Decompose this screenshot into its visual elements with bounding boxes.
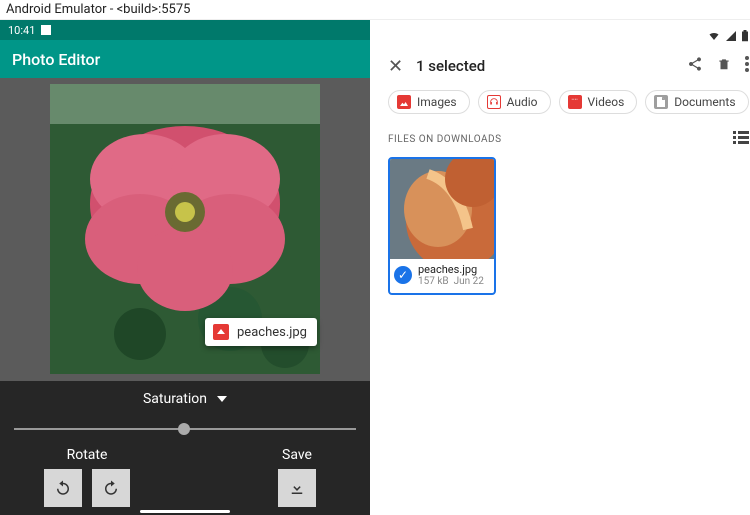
action-row: Rotate Save [14, 447, 356, 507]
share-button[interactable] [687, 56, 703, 76]
rotate-group: Rotate [44, 447, 130, 507]
drag-drop-chip[interactable]: peaches.jpg [205, 318, 317, 346]
share-icon [687, 56, 703, 72]
chip-label: Audio [507, 95, 538, 109]
chip-label: Documents [674, 95, 735, 109]
chip-audio[interactable]: Audio [478, 90, 551, 114]
chip-label: Images [417, 95, 457, 109]
filter-chips: Images Audio Videos Documents [388, 90, 749, 114]
split-container: 10:41 Photo Editor [0, 20, 750, 515]
image-icon [397, 95, 411, 109]
save-buttons [278, 469, 316, 507]
phone-frame: 10:41 Photo Editor [0, 20, 370, 515]
slider-thumb[interactable] [178, 423, 190, 435]
home-indicator[interactable] [140, 510, 230, 513]
close-button[interactable]: ✕ [388, 56, 416, 77]
thumbnail-meta: ✓ peaches.jpg 157 kB Jun 22 [390, 259, 494, 293]
file-picker: ✕ 1 selected Images [370, 20, 750, 515]
signal-icon [725, 30, 737, 46]
video-icon [568, 95, 582, 109]
rotate-cw-button[interactable] [92, 469, 130, 507]
rotate-ccw-button[interactable] [44, 469, 82, 507]
rotate-label: Rotate [67, 447, 108, 463]
list-view-icon [733, 131, 749, 145]
saturation-slider[interactable] [14, 421, 356, 437]
app-bar: Photo Editor [0, 40, 370, 78]
drag-chip-label: peaches.jpg [237, 325, 307, 340]
saturation-label: Saturation [143, 391, 207, 407]
photo-canvas[interactable]: peaches.jpg [0, 78, 370, 381]
status-bar: 10:41 [0, 20, 370, 40]
save-label: Save [282, 447, 312, 463]
chip-videos[interactable]: Videos [559, 90, 638, 114]
editor-controls: Saturation Rotate [0, 381, 370, 515]
status-notification-icon [41, 25, 51, 35]
file-meta: 157 kB Jun 22 [418, 276, 484, 287]
download-icon [288, 479, 306, 497]
delete-button[interactable] [717, 56, 731, 76]
headphones-icon [487, 95, 501, 109]
picker-header: ✕ 1 selected [388, 46, 749, 86]
thumbnail-image [390, 159, 494, 259]
window-title: Android Emulator - <build>:5575 [0, 0, 750, 20]
more-button[interactable] [745, 56, 749, 76]
chip-label: Videos [588, 95, 625, 109]
saturation-dropdown[interactable]: Saturation [14, 391, 356, 407]
trash-icon [717, 56, 731, 72]
list-view-button[interactable] [733, 130, 749, 149]
chip-images[interactable]: Images [388, 90, 470, 114]
app-title: Photo Editor [12, 50, 100, 69]
battery-icon [741, 30, 749, 46]
more-vert-icon [745, 56, 749, 72]
selected-check-icon: ✓ [394, 266, 412, 284]
wifi-icon [707, 30, 721, 46]
phone-screen: 10:41 Photo Editor [0, 20, 370, 515]
picker-status-bar [388, 30, 749, 46]
save-button[interactable] [278, 469, 316, 507]
file-thumbnail[interactable]: ✓ peaches.jpg 157 kB Jun 22 [388, 157, 496, 295]
document-icon [654, 95, 668, 109]
chip-documents[interactable]: Documents [645, 90, 748, 114]
image-icon [213, 324, 229, 340]
rotate-ccw-icon [54, 479, 72, 497]
status-time: 10:41 [8, 24, 35, 37]
file-name: peaches.jpg [418, 263, 484, 276]
rotate-buttons [44, 469, 130, 507]
save-group: Save [278, 447, 316, 507]
selection-title: 1 selected [416, 57, 673, 75]
chevron-down-icon [217, 396, 227, 402]
section-label: FILES ON DOWNLOADS [388, 134, 502, 145]
section-header: FILES ON DOWNLOADS [388, 130, 749, 149]
rotate-cw-icon [102, 479, 120, 497]
